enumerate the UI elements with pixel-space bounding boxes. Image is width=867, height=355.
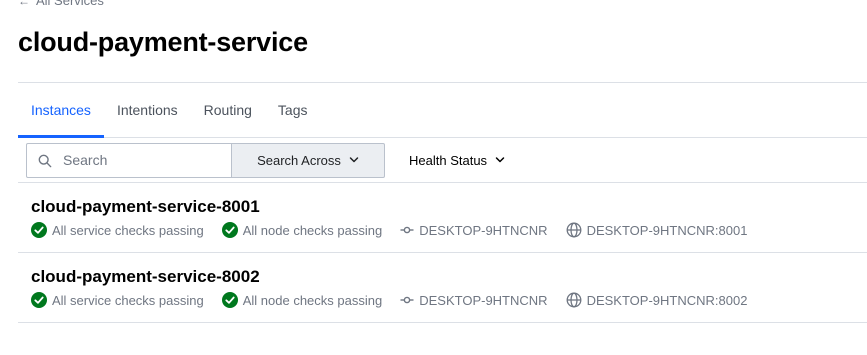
node-name-text: DESKTOP-9HTNCNR <box>419 292 548 308</box>
search-across-label: Search Across <box>257 152 341 168</box>
list-item[interactable]: cloud-payment-service-8001 All service c… <box>18 183 867 253</box>
node-name-text: DESKTOP-9HTNCNR <box>419 222 548 238</box>
search-across-dropdown[interactable]: Search Across <box>232 142 385 178</box>
service-detail-page: ← All Services cloud-payment-service Ins… <box>0 0 867 355</box>
check-circle-icon <box>221 222 238 238</box>
node-checks-status: All node checks passing <box>221 292 383 308</box>
chevron-down-icon <box>349 157 359 163</box>
check-circle-icon <box>31 222 47 238</box>
instance-meta: All service checks passing All node chec… <box>31 222 765 238</box>
node-name: DESKTOP-9HTNCNR <box>400 292 548 308</box>
search-icon <box>38 154 52 167</box>
service-checks-status: All service checks passing <box>31 292 204 308</box>
instance-name[interactable]: cloud-payment-service-8002 <box>31 267 260 287</box>
service-checks-text: All service checks passing <box>52 222 204 238</box>
globe-icon <box>566 292 582 308</box>
node-icon <box>400 226 414 234</box>
tab-intentions[interactable]: Intentions <box>104 83 191 137</box>
health-status-label: Health Status <box>409 152 488 168</box>
instance-address: DESKTOP-9HTNCNR:8001 <box>566 222 748 238</box>
tab-routing[interactable]: Routing <box>191 83 265 137</box>
tab-tags[interactable]: Tags <box>265 83 321 137</box>
check-circle-icon <box>221 292 238 308</box>
breadcrumb-all-services[interactable]: All Services <box>36 0 104 8</box>
page-title: cloud-payment-service <box>18 27 308 57</box>
filter-toolbar: Search Across Health Status <box>18 138 867 183</box>
node-icon <box>400 296 414 304</box>
address-text: DESKTOP-9HTNCNR:8002 <box>586 292 748 308</box>
health-status-dropdown[interactable]: Health Status <box>409 153 505 168</box>
back-arrow-icon: ← <box>18 0 30 8</box>
search-box <box>26 142 232 178</box>
check-circle-icon <box>31 292 47 308</box>
instance-address: DESKTOP-9HTNCNR:8002 <box>566 292 748 308</box>
globe-icon <box>566 222 582 238</box>
chevron-down-icon <box>495 157 505 163</box>
address-text: DESKTOP-9HTNCNR:8001 <box>586 222 748 238</box>
node-checks-status: All node checks passing <box>221 222 383 238</box>
node-name: DESKTOP-9HTNCNR <box>400 222 548 238</box>
instance-meta: All service checks passing All node chec… <box>31 292 765 308</box>
service-checks-text: All service checks passing <box>52 292 204 308</box>
breadcrumb[interactable]: ← All Services <box>18 0 104 8</box>
search-input[interactable] <box>27 143 231 177</box>
instance-name[interactable]: cloud-payment-service-8001 <box>31 197 260 217</box>
tab-instances[interactable]: Instances <box>18 83 104 138</box>
list-item[interactable]: cloud-payment-service-8002 All service c… <box>18 253 867 323</box>
node-checks-text: All node checks passing <box>242 292 383 308</box>
node-checks-text: All node checks passing <box>242 222 383 238</box>
tab-bar: Instances Intentions Routing Tags <box>18 83 867 138</box>
service-checks-status: All service checks passing <box>31 222 204 238</box>
